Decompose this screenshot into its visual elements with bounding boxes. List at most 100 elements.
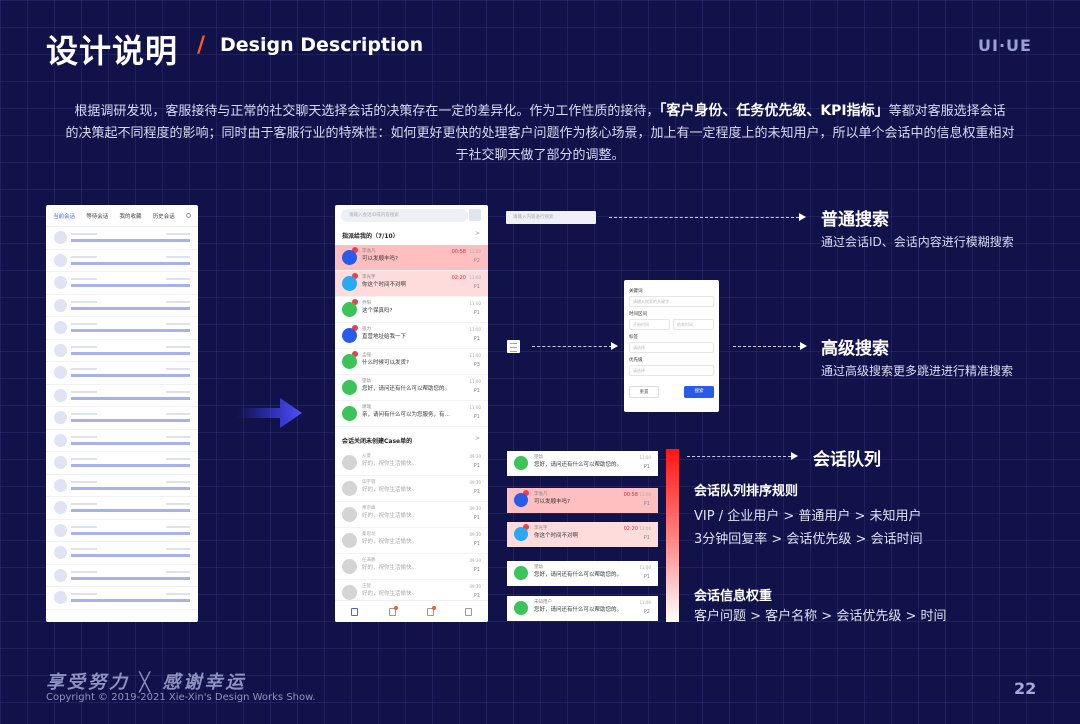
normal-search-input[interactable]: 请输入内容进行搜索 [506,211,596,224]
reply-countdown: 02:20 [623,526,638,532]
closed-session-item[interactable]: 秦思龙 好的，祝你生活愉快。 09:30 P1 [335,528,488,554]
avatar [514,493,528,507]
page-title: 设计说明 [46,32,179,70]
search-button[interactable]: 搜索 [684,386,714,398]
priority-label: P2 [643,609,650,615]
avatar [54,298,67,312]
list-item[interactable] [46,565,198,587]
list-item[interactable] [46,340,198,362]
avatar [342,302,357,317]
document-icon[interactable] [465,607,473,616]
keyword-input[interactable]: 请输入搜索的关键字 [629,296,714,307]
avatar [54,501,67,515]
queue-card[interactable]: 望幼 您好，请问还有什么可以帮助您的。 11:00 P1 [507,561,658,586]
page-subtitle: Design Description [220,34,424,56]
queue-card[interactable]: 望幼 您好，请问还有什么可以帮助您的。 11:00 P1 [507,451,658,476]
start-time-input[interactable]: 开始时间 [629,319,670,330]
session-item[interactable]: 李光宇 你这个时间不对啊 11:00 P1 02:20 [335,271,488,297]
placeholder-lines [71,366,190,379]
list-item[interactable] [46,520,198,542]
section-closed[interactable]: 会话关闭未创建Case单的 > [335,427,488,450]
message-time: 11:00 [469,249,481,254]
queue-card[interactable]: 李光宇 你这个时间不对啊 11:00 P1 02:20 [507,522,658,547]
session-item[interactable]: 张力 直营地址给我一下 11:00 P1 [335,323,488,349]
priority-label: P1 [643,501,650,507]
list-item[interactable] [46,475,198,497]
session-item[interactable]: 望幼 您好，请问还有什么可以帮助您的。 11:00 P1 [335,375,488,401]
arrow-right-icon [791,452,798,460]
list-item[interactable] [46,227,198,250]
search-icon[interactable] [186,213,191,218]
closed-session-item[interactable]: 毕宇蓉 好的，祝你生活愉快。 09:30 P1 [335,476,488,502]
tab-current[interactable]: 当前会话 [53,212,75,220]
avatar [342,481,357,496]
priority-label: P1 [473,310,480,316]
tab-favorites[interactable]: 我的收藏 [120,212,142,220]
clock-icon[interactable] [388,605,398,616]
tab-waiting[interactable]: 等待会话 [86,212,108,220]
chat-icon[interactable] [350,607,358,616]
list-item[interactable] [46,497,198,520]
session-item[interactable]: 谢瑞 亲，请问有什么可以为您服务，有… 11:00 P1 [335,401,488,427]
list-item[interactable] [46,542,198,565]
list-item[interactable] [46,385,198,407]
customer-name: 毕宇蓉 [362,480,376,485]
tag-select[interactable]: 请选择 [629,342,714,353]
reply-countdown: 00:58 [451,249,466,255]
section-assigned[interactable]: 指派给我的（7/10） > [335,222,488,245]
session-item[interactable]: 李逸凡 可以发顺丰吗? 11:00 P2 00:58 [335,245,488,271]
message-preview: 好的，祝你生活愉快。 [362,591,418,597]
transition-arrow-icon [236,398,302,428]
list-item[interactable] [46,250,198,272]
avatar [54,321,67,335]
avatar [54,231,67,245]
closed-session-item[interactable]: 从夏 好的，祝你生活愉快。 09:30 P1 [335,450,488,476]
priority-select[interactable]: 请选择 [629,365,714,376]
closed-session-item[interactable]: 奉宗峰 好的，祝你生活愉快。 09:30 P1 [335,502,488,528]
avatar [342,585,357,600]
filter-button[interactable] [469,209,481,221]
priority-label: P1 [643,464,650,470]
tab-history[interactable]: 历史会话 [153,212,175,220]
arrow-right-icon [799,213,806,221]
placeholder-lines [71,321,190,334]
list-item[interactable] [46,407,198,430]
filter-icon[interactable] [507,340,520,353]
customer-name: 未知用户 [534,600,552,605]
priority-label: P1 [473,414,480,420]
message-time: 09:30 [469,480,481,485]
message-preview: 好的，祝你生活愉快。 [362,565,418,571]
customer-name: 望幼 [362,379,371,384]
closed-session-item[interactable]: 任海鹏 好的，祝你生活愉快。 09:30 P1 [335,554,488,580]
search-input[interactable]: 请输入会话ID或内容搜索 [341,209,468,222]
session-item[interactable]: 孟强 什么时候可以发货? 11:00 P3 [335,349,488,375]
customer-name: 望幼 [534,565,543,570]
queue-card[interactable]: 李逸凡 可以发顺丰吗? 11:00 P1 00:58 [507,488,658,513]
keyword-label: 关键词 [629,289,643,294]
title-slash: / [197,33,206,58]
new-session-list-mockup: 请输入会话ID或内容搜索 指派给我的（7/10） > 李逸凡 可以发顺丰吗? 11:0… [335,205,488,622]
footer-copyright: Copyright © 2019-2021 Xie-Xin's Design W… [46,692,316,703]
reset-button[interactable]: 重置 [629,386,659,398]
customer-name: 谢瑞 [362,405,371,410]
list-item[interactable] [46,430,198,452]
end-time-input[interactable]: 结束时间 [673,319,714,330]
list-item[interactable] [46,362,198,385]
queue-card[interactable]: 未知用户 您好，请问还有什么可以帮助您的。 11:00 P2 [507,596,658,621]
list-item[interactable] [46,452,198,475]
list-item[interactable] [46,317,198,340]
message-time: 11:00 [639,526,651,531]
session-item[interactable]: 乔阳 这个保真吗? 11:00 P1 [335,297,488,323]
list-item[interactable] [46,587,198,610]
closed-message-list: 从夏 好的，祝你生活愉快。 09:30 P1 毕宇蓉 好的，祝你生活愉快。 09:30 P1 奉… [335,450,488,606]
list-item[interactable] [46,295,198,317]
avatar [342,328,357,343]
customer-name: 望幼 [534,455,543,460]
message-time: 11:00 [469,275,481,280]
priority-gradient-bar [666,449,679,622]
avatar [342,455,357,470]
list-item[interactable] [46,272,198,295]
message-time: 09:30 [469,506,481,511]
home-icon[interactable] [427,605,437,616]
message-preview: 您好，请问还有什么可以帮助您的。 [534,607,623,613]
